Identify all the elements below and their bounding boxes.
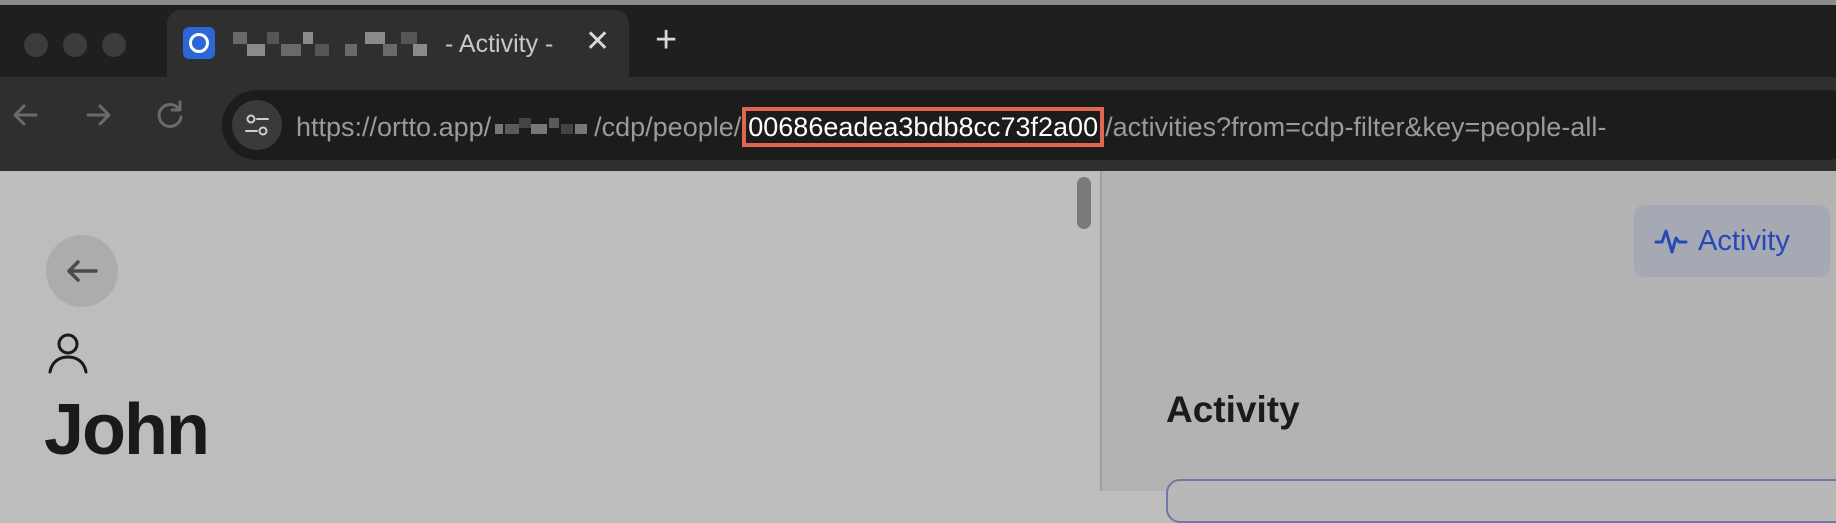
tab-close-icon[interactable]: ✕: [585, 26, 610, 58]
url-suffix: /activities?from=cdp-filter&key=people-a…: [1105, 111, 1607, 142]
activity-heading: Activity: [1166, 389, 1300, 430]
forward-arrow-icon[interactable]: [78, 95, 118, 135]
tab-bar: - Activity - ✕ +: [0, 5, 1836, 82]
redacted-tab-title: [233, 30, 433, 60]
reload-icon[interactable]: [150, 95, 190, 135]
browser-toolbar: https://ortto.app/ /cdp/people/ 00686ead…: [0, 77, 1836, 171]
ortto-favicon-icon: [183, 27, 215, 59]
site-settings-icon[interactable]: [232, 100, 282, 150]
activity-tab-button[interactable]: Activity: [1634, 205, 1830, 277]
maximize-window-icon[interactable]: [102, 33, 126, 57]
person-icon: [46, 331, 90, 380]
back-button[interactable]: [46, 235, 118, 307]
url-text: https://ortto.app/ /cdp/people/ 00686ead…: [296, 107, 1606, 147]
person-name: John: [44, 390, 210, 470]
url-prefix: https://ortto.app/: [296, 111, 492, 142]
tab-title: - Activity -: [445, 30, 554, 58]
redacted-workspace: [495, 116, 590, 138]
activity-pulse-icon: [1654, 229, 1688, 254]
address-bar[interactable]: https://ortto.app/ /cdp/people/ 00686ead…: [222, 90, 1836, 160]
activity-list-panel: [1166, 479, 1836, 523]
close-window-icon[interactable]: [24, 33, 48, 57]
person-pane: John: [0, 171, 1100, 491]
minimize-window-icon[interactable]: [63, 33, 87, 57]
back-arrow-icon[interactable]: [6, 95, 46, 135]
new-tab-button[interactable]: +: [655, 20, 677, 60]
highlighted-person-id: 00686eadea3bdb8cc73f2a00: [742, 107, 1105, 147]
scrollbar-thumb[interactable]: [1077, 177, 1091, 229]
activity-button-label: Activity: [1698, 224, 1790, 257]
url-path: /cdp/people/: [594, 111, 742, 142]
activity-pane: Activity Activity: [1102, 171, 1836, 523]
browser-tab-active[interactable]: - Activity - ✕: [167, 10, 629, 82]
